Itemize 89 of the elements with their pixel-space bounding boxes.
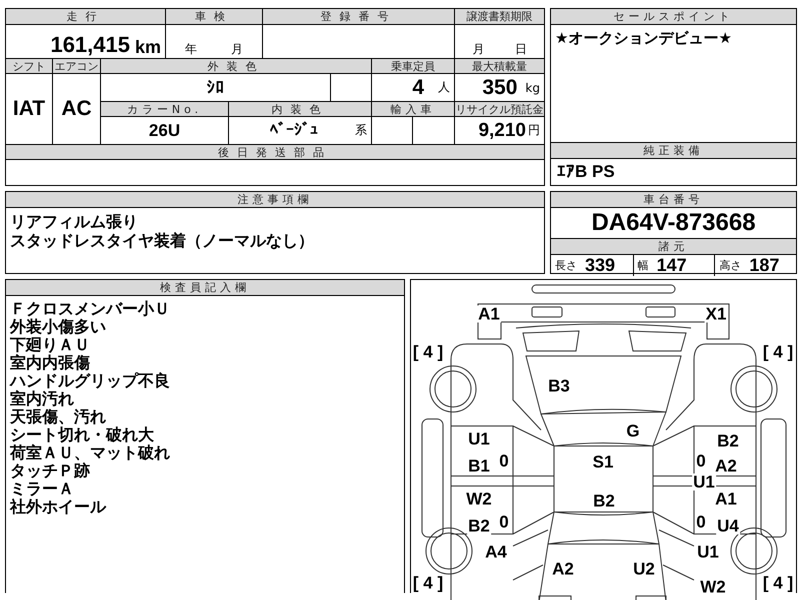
section-header: 注意事項欄 [6,192,544,208]
damage-code: A1 [477,306,501,322]
damage-code: W2 [465,490,493,508]
inspector-note: Ｆクロスメンバー小Ｕ [10,300,171,318]
inspector-note: 室内内張傷 [10,354,91,372]
column-header: カラーNo. [101,102,228,116]
spec-label: 幅 [638,258,649,273]
spec-label: 長さ [555,258,577,273]
column-header: 最大積載量 [455,59,544,73]
inspector-note: 外装小傷多い [10,318,107,336]
day-label: 日 [514,41,527,58]
damage-code: W2 [699,578,727,596]
unit-label: 人 [438,79,450,96]
inspector-note: シート切れ・破れ大 [10,426,155,444]
section-header: セールスポイント [551,9,796,25]
damage-code: X1 [704,306,728,322]
aircon-value: AC [61,97,92,121]
interior-color-value: ﾍﾞｰｼﾞｭ [270,121,318,140]
damage-code: 0 [695,514,707,530]
column-header: 車検 [166,9,262,24]
spec-value: 187 [749,255,780,276]
damage-code: U2 [632,560,656,578]
color-value: ｼﾛ [206,78,224,98]
damage-code: 0 [498,514,510,530]
damage-code: U1 [692,474,716,490]
unit-label: kg [525,80,540,94]
column-header: 後日発送部品 [6,145,544,159]
column-header: 譲渡書類期限 [455,9,544,24]
equipment-value: ｴｱB PS [557,162,615,182]
damage-code: A2 [714,458,738,474]
damage-code: B1 [467,458,491,474]
capacity-value: 4 [412,76,424,100]
column-header: 輸入車 [372,102,454,116]
damage-code: A2 [551,560,575,578]
max-load-value: 350 [482,76,518,100]
column-header: 外装色 [101,59,371,73]
section-header: 検査員記入欄 [6,280,404,296]
damage-code: S1 [592,454,614,470]
column-header: エアコン [53,59,100,73]
year-label: 年 [185,41,197,58]
month-label: 月 [472,41,484,58]
damage-code: B3 [547,378,571,394]
section-header: 諸元 [551,239,796,255]
tread-depth-label: [ 4 ] [412,344,444,360]
damage-code: U1 [467,430,491,448]
shift-value: IAT [12,97,46,121]
inspector-note: 天張傷、汚れ [10,408,107,426]
tread-depth-label: [ 4 ] [762,574,794,592]
inspector-note: 社外ホイール [10,498,108,516]
column-header: 登録番号 [263,9,454,24]
damage-code: A4 [484,544,508,560]
inspector-note: タッチＰ跡 [10,462,91,480]
inspector-note: 室内汚れ [10,390,75,408]
month-label: 月 [231,41,243,58]
damage-code: B2 [467,518,491,534]
damage-code: 0 [695,452,707,470]
column-header: 走行 [6,9,165,24]
mileage-value: 161,415 [50,32,130,58]
spec-value: 339 [585,255,616,276]
damage-code: A1 [714,490,738,508]
spec-value: 147 [656,255,687,276]
inspector-note: 荷室ＡＵ、マット破れ [10,444,171,462]
unit-label: km [134,37,161,58]
section-header: 車台番号 [551,192,796,208]
damage-code: U4 [716,518,740,534]
column-header: シフト [6,59,52,73]
inspector-note: ハンドルグリップ不良 [10,372,171,390]
note-line: リアフィルム張り [10,212,139,231]
section-header: 純正装備 [551,142,796,159]
tread-depth-label: [ 4 ] [762,344,794,360]
recycle-fee-value: 9,210 [478,120,526,142]
color-number: 26U [148,120,180,140]
column-header: 内装色 [229,102,371,116]
note-line: スタッドレスタイヤ装着（ノーマルなし） [10,231,315,250]
tread-depth-label: [ 4 ] [412,574,444,592]
sales-point-text: ★オークションデビュー★ [555,29,733,48]
unit-label: 円 [528,122,540,139]
inspector-note: 下廻りＡＵ [10,336,91,354]
damage-code: 0 [498,452,510,470]
column-header: 乗車定員 [372,59,454,73]
inspector-note: ミラーＡ [10,480,75,498]
damage-code: B2 [592,492,616,510]
damage-code: U1 [696,544,720,560]
column-header: リサイクル預託金 [455,102,544,116]
damage-code: G [625,422,641,440]
chassis-number: DA64V-873668 [591,209,756,237]
spec-label: 高さ [719,258,742,273]
damage-code: B2 [716,432,740,450]
suffix-label: 系 [355,122,367,139]
